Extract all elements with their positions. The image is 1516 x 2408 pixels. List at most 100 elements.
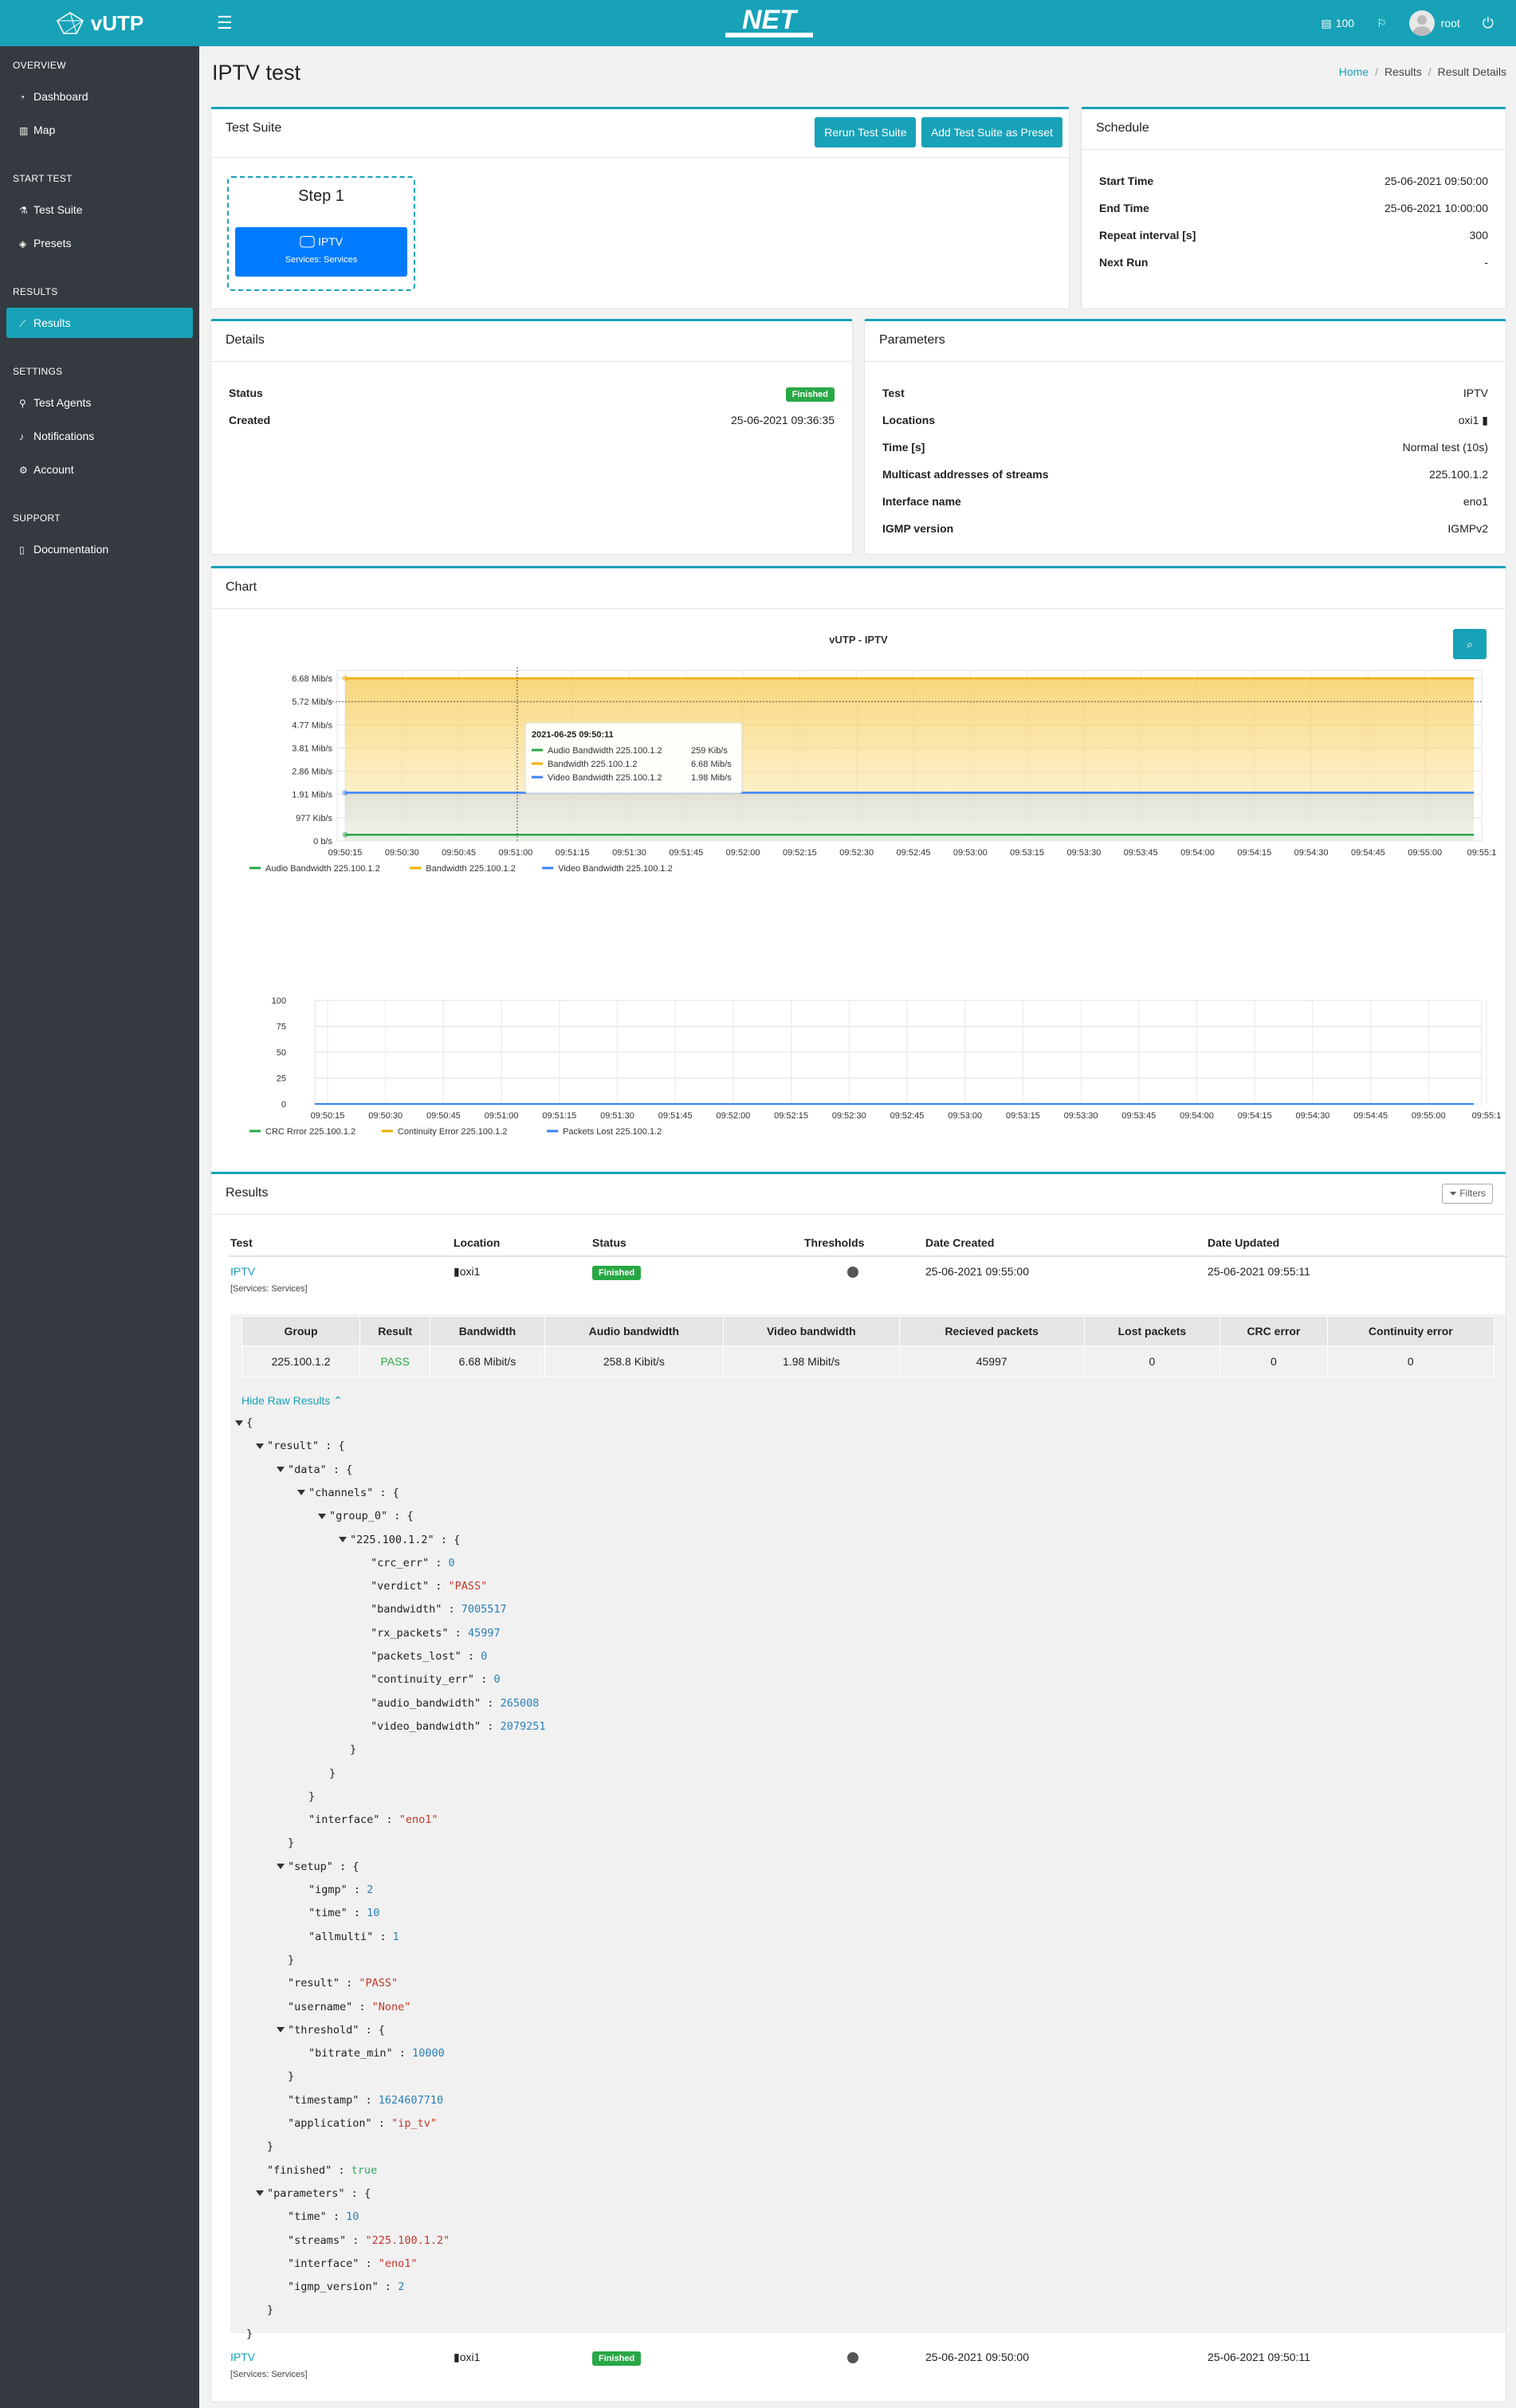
user-menu[interactable]: root	[1408, 10, 1460, 36]
json-key: "igmp_version"	[288, 2280, 379, 2294]
json-line: "username" : "None"	[288, 2000, 411, 2013]
row-value: IGMPv2	[1447, 522, 1488, 535]
x-tick-label: 09:50:30	[368, 1111, 403, 1121]
json-line: "bandwidth" : 7005517	[371, 1603, 507, 1616]
row-value: eno1	[1463, 495, 1488, 508]
collapse-arrow-icon[interactable]	[339, 1537, 347, 1542]
breadcrumb-current: Result Details	[1437, 65, 1506, 78]
add-preset-button[interactable]: Add Test Suite as Preset	[921, 117, 1062, 147]
row-key: Repeat interval [s]	[1099, 229, 1196, 242]
chart-card: Chart ⌕ vUTP - IPTV 0 b/s 977 Kib/s 1.91 Mi…	[210, 566, 1506, 1204]
json-value: "None"	[371, 2000, 411, 2013]
x-tick-label: 09:51:00	[498, 848, 532, 858]
parameter-row: Interface name eno1	[882, 495, 1488, 508]
json-line[interactable]: "result" : {	[256, 1440, 345, 1452]
collapse-arrow-icon[interactable]	[256, 2190, 264, 2197]
parameter-row: Locations oxi1 ▮	[882, 414, 1488, 427]
sidebar-item-map[interactable]: ▥ Map	[6, 115, 193, 145]
json-key: "result"	[288, 1977, 340, 1990]
database-counter[interactable]: ▤ 100	[1321, 17, 1354, 30]
x-tick-label: 09:53:00	[953, 848, 988, 858]
json-value: 2	[398, 2280, 405, 2294]
json-brace: {	[352, 1860, 359, 1873]
brand-logo[interactable]: vUTP	[0, 0, 199, 46]
y-tick-label: 977 Kib/s	[296, 814, 332, 823]
column-header: Bandwidth	[430, 1316, 545, 1346]
sidebar-item-account[interactable]: ⚙ Account	[6, 454, 193, 485]
rerun-test-suite-button[interactable]: Rerun Test Suite	[815, 117, 917, 147]
column-header: Thresholds	[804, 1236, 865, 1249]
json-key: "packets_lost"	[371, 1650, 461, 1663]
x-tick-label: 09:50:15	[311, 1111, 345, 1121]
collapse-arrow-icon[interactable]	[235, 1420, 243, 1426]
sidebar-item-label: Presets	[33, 237, 72, 249]
y-tick-label: 6.68 Mib/s	[292, 674, 332, 684]
test-link[interactable]: IPTV	[230, 1265, 255, 1278]
json-brace: }	[288, 1836, 295, 1850]
sidebar-item-results[interactable]: ⟋ Results	[6, 308, 193, 338]
filters-button[interactable]: ⏷ Filters	[1442, 1184, 1493, 1204]
json-brace: {	[363, 2186, 371, 2200]
cell-bandwidth: 6.68 Mibit/s	[430, 1345, 545, 1377]
menu-toggle-icon[interactable]: ☰	[217, 13, 233, 33]
sidebar-item-test-agents[interactable]: ⚲ Test Agents	[6, 387, 193, 418]
row-value: Normal test (10s)	[1402, 441, 1488, 454]
json-line[interactable]: "data" : {	[277, 1463, 352, 1476]
json-line: "crc_err" : 0	[371, 1556, 455, 1569]
x-tick-label: 09:53:45	[1121, 1111, 1156, 1121]
collapse-arrow-icon[interactable]	[318, 1513, 326, 1519]
step-test-block[interactable]: 🖵 IPTV Services: Services	[235, 227, 407, 277]
breadcrumb-results[interactable]: Results	[1384, 65, 1422, 78]
column-header: Date Updated	[1208, 1236, 1280, 1249]
collapse-arrow-icon[interactable]	[277, 1864, 285, 1870]
row-value: 225.100.1.2	[1429, 468, 1488, 481]
sidebar-item-dashboard[interactable]: ◔ Dashboard	[6, 81, 193, 112]
device-icon: ▮	[454, 2351, 460, 2363]
json-line[interactable]: {	[235, 1416, 253, 1429]
status-badge: Finished	[592, 2351, 642, 2366]
dashboard-icon: ◔	[19, 92, 26, 103]
json-key: "result"	[267, 1440, 320, 1453]
test-link[interactable]: IPTV	[230, 2351, 255, 2363]
x-tick-label: 09:50:15	[328, 848, 363, 858]
collapse-arrow-icon[interactable]	[256, 1443, 264, 1449]
json-line: "interface" : "eno1"	[308, 1813, 438, 1827]
json-line[interactable]: "setup" : {	[277, 1860, 359, 1873]
json-line[interactable]: "threshold" : {	[277, 2024, 385, 2037]
row-key: Test	[882, 387, 905, 399]
hide-raw-results-toggle[interactable]: Hide Raw Results ⌃	[242, 1394, 343, 1408]
json-line: "audio_bandwidth" : 265008	[371, 1696, 540, 1710]
x-tick-label: 09:54:45	[1351, 848, 1385, 858]
json-brace: {	[406, 1510, 414, 1523]
json-line[interactable]: "channels" : {	[297, 1487, 399, 1499]
x-tick-label: 09:50:30	[385, 848, 419, 858]
sidebar-item-label: Notifications	[33, 430, 95, 442]
card-title: Parameters	[865, 321, 1506, 362]
sidebar-item-test-suite[interactable]: ⚗ Test Suite	[6, 194, 193, 225]
json-line: "igmp_version" : 2	[288, 2280, 405, 2294]
breadcrumb-home[interactable]: Home	[1339, 65, 1369, 78]
json-line[interactable]: "parameters" : {	[256, 2187, 371, 2200]
sidebar-item-documentation[interactable]: ▯ Documentation	[6, 534, 193, 564]
step-services: Services: Services	[285, 255, 358, 265]
json-line: "time" : 10	[288, 2210, 359, 2224]
json-line: "finished" : true	[267, 2163, 378, 2177]
power-icon[interactable]: ⏻	[1483, 15, 1494, 32]
sidebar-item-presets[interactable]: ◈ Presets	[6, 228, 193, 258]
json-line: }	[246, 2327, 253, 2340]
json-key: "verdict"	[371, 1580, 430, 1593]
status-badge: Finished	[592, 1266, 642, 1280]
collapse-arrow-icon[interactable]	[297, 1490, 305, 1496]
collapse-arrow-icon[interactable]	[277, 1467, 285, 1473]
json-line[interactable]: "225.100.1.2" : {	[339, 1534, 460, 1546]
y-tick-label: 75	[277, 1023, 286, 1032]
flag-icon[interactable]: ⚐	[1377, 17, 1387, 30]
card-title: Chart	[211, 568, 1506, 609]
sidebar-item-notifications[interactable]: ♪ Notifications	[6, 421, 193, 451]
device-icon: ▮	[1482, 414, 1488, 426]
tooltip-time: 2021-06-25 09:50:11	[532, 730, 614, 740]
json-line[interactable]: "group_0" : {	[318, 1510, 414, 1522]
details-card: Details Status Finished Created 25-06-2021…	[210, 319, 853, 555]
x-tick-label: 09:54:00	[1180, 848, 1215, 858]
collapse-arrow-icon[interactable]	[277, 2027, 285, 2033]
